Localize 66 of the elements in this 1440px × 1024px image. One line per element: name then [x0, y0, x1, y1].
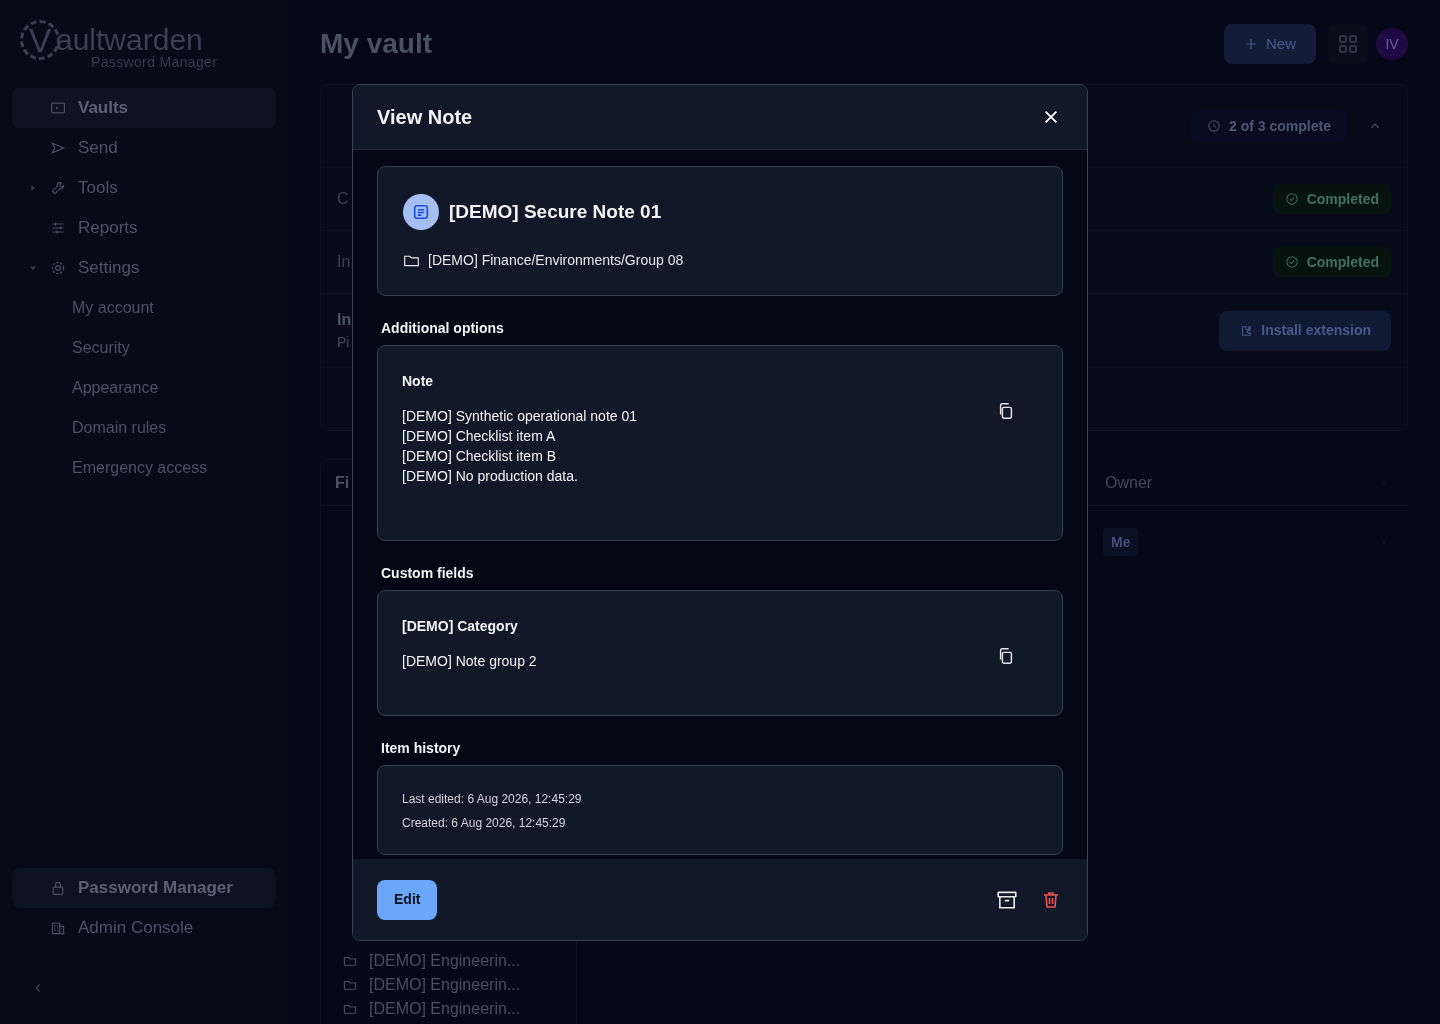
- avatar[interactable]: IV: [1376, 28, 1408, 60]
- nav-item[interactable]: Reports: [12, 208, 276, 248]
- check-circle-icon: [1284, 255, 1299, 269]
- nav-item[interactable]: Tools: [12, 168, 276, 208]
- caret-icon: [29, 264, 37, 272]
- nav-subitem[interactable]: Emergency access: [12, 448, 276, 488]
- nav-subitem[interactable]: Appearance: [12, 368, 276, 408]
- wrench-icon: [50, 180, 66, 196]
- section-heading: Additional options: [380, 319, 505, 338]
- progress-badge: 2 of 3 complete: [1191, 111, 1347, 141]
- field-label: [DEMO] Category: [402, 617, 519, 636]
- field-value: [DEMO] Note group 2: [402, 652, 538, 671]
- copy-icon: [997, 647, 1015, 665]
- task-title: C: [337, 189, 349, 209]
- field-label: Note: [402, 372, 435, 391]
- status-badge: Completed: [1272, 184, 1391, 214]
- clock-icon: [1207, 119, 1222, 133]
- archive-icon: [996, 888, 1018, 911]
- trash-icon: [1041, 889, 1061, 910]
- nav-item[interactable]: Send: [12, 128, 276, 168]
- task-description: Pi: [337, 333, 351, 352]
- filter-heading: Fi: [335, 472, 350, 493]
- folder-filter-item[interactable]: [DEMO] Engineerin...: [343, 997, 576, 1021]
- owner-badge: Me: [1103, 528, 1139, 556]
- grid-icon: [1338, 34, 1358, 54]
- send-icon: [50, 140, 66, 156]
- nav-subitem[interactable]: My account: [12, 288, 276, 328]
- folder-path: [DEMO] Finance/Environments/Group 08: [428, 251, 684, 270]
- section-heading: Custom fields: [380, 564, 475, 583]
- lock-icon: [50, 880, 66, 896]
- edit-button[interactable]: Edit: [377, 879, 438, 920]
- status-badge: Completed: [1272, 247, 1391, 277]
- folder-icon: [343, 954, 357, 968]
- nav-item[interactable]: Vaults: [12, 88, 276, 128]
- building-icon: [50, 920, 66, 936]
- folder-icon: [343, 1002, 357, 1016]
- nav-subitem[interactable]: Domain rules: [12, 408, 276, 448]
- folder-filter-item[interactable]: [DEMO] Engineerin...: [343, 973, 576, 997]
- item-name: [DEMO] Secure Note 01: [449, 199, 662, 224]
- nav-item[interactable]: Password Manager: [12, 868, 276, 908]
- section-heading: Item history: [380, 739, 462, 758]
- settings-icon: [50, 260, 66, 276]
- install-extension-button[interactable]: Install extension: [1219, 310, 1391, 351]
- new-button[interactable]: New: [1224, 24, 1316, 64]
- note-icon: [412, 203, 430, 221]
- history-text: Last edited: 6 Aug 2026, 12:45:29: [402, 791, 583, 808]
- column-header: Owner: [1105, 472, 1153, 493]
- page-title: My vault: [320, 27, 433, 61]
- task-title: In: [337, 252, 351, 272]
- folder-filter-item[interactable]: [DEMO] Engineerin...: [343, 949, 576, 973]
- nav-item[interactable]: Settings: [12, 248, 276, 288]
- vault-icon: [50, 100, 66, 116]
- note-text: [DEMO] Synthetic operational note 01 [DEMO] Checklist item A [DEMO] Checklist item B [DEMO] No production data.: [402, 407, 639, 486]
- history-text: Created: 6 Aug 2026, 12:45:29: [402, 815, 567, 832]
- check-circle-icon: [1284, 192, 1299, 206]
- puzzle-icon: [1239, 323, 1254, 338]
- dialog-title: View Note: [377, 105, 473, 130]
- close-icon: [1042, 108, 1060, 126]
- nav-item[interactable]: Admin Console: [12, 908, 276, 948]
- sliders-icon: [50, 220, 66, 236]
- nav-subitem[interactable]: Security: [12, 328, 276, 368]
- copy-icon: [997, 402, 1015, 420]
- folder-icon: [343, 978, 357, 992]
- caret-icon: [29, 184, 37, 192]
- plus-icon: [1244, 37, 1258, 51]
- task-title: In: [337, 310, 352, 330]
